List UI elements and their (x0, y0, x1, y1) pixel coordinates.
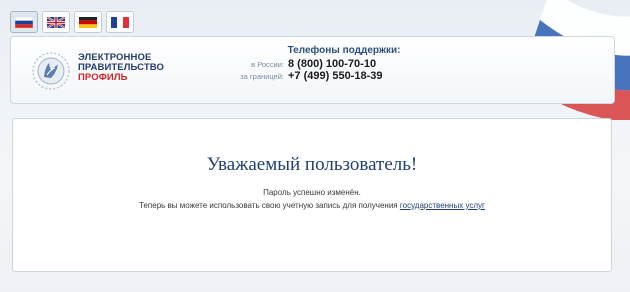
info-message: Теперь вы можете использовать свою учетн… (13, 201, 611, 210)
phone-label-abroad: за границей: (240, 72, 284, 81)
uk-flag-icon (47, 16, 65, 28)
lang-russian-button[interactable] (10, 11, 38, 33)
phone-label-russia: в России: (251, 60, 284, 69)
lang-german-button[interactable] (74, 11, 102, 33)
phone-number-russia: 8 (800) 100-70-10 (288, 58, 377, 70)
site-header: ЭЛЕКТРОННОЕ ПРАВИТЕЛЬСТВО ПРОФИЛЬ Телефо… (10, 36, 615, 104)
page-title: Уважаемый пользователь! (206, 154, 418, 175)
egov-logo-icon[interactable] (31, 51, 71, 91)
phone-row-russia: в России: 8 (800) 100-70-10 (224, 58, 424, 70)
germany-flag-icon (79, 16, 97, 28)
language-selector (10, 11, 134, 37)
site-logo-text[interactable]: ЭЛЕКТРОННОЕ ПРАВИТЕЛЬСТВО ПРОФИЛЬ (78, 53, 164, 83)
phone-row-abroad: за границей: +7 (499) 550-18-39 (224, 70, 424, 82)
password-changed-message: Пароль успешно изменён. (263, 188, 361, 197)
support-title: Телефоны поддержки: (287, 45, 401, 56)
support-phones: Телефоны поддержки: в России: 8 (800) 10… (224, 45, 424, 82)
phone-number-abroad: +7 (499) 550-18-39 (288, 70, 383, 82)
lang-english-button[interactable] (42, 11, 70, 33)
lang-french-button[interactable] (106, 11, 134, 33)
info-message-text: Теперь вы можете использовать свою учетн… (139, 201, 400, 210)
confirmation-panel: Уважаемый пользователь! Пароль успешно и… (12, 118, 612, 272)
logo-line-3: ПРОФИЛЬ (78, 72, 128, 83)
russia-flag-icon (15, 16, 33, 28)
gov-services-link[interactable]: государственных услуг (400, 201, 485, 210)
france-flag-icon (111, 16, 129, 28)
